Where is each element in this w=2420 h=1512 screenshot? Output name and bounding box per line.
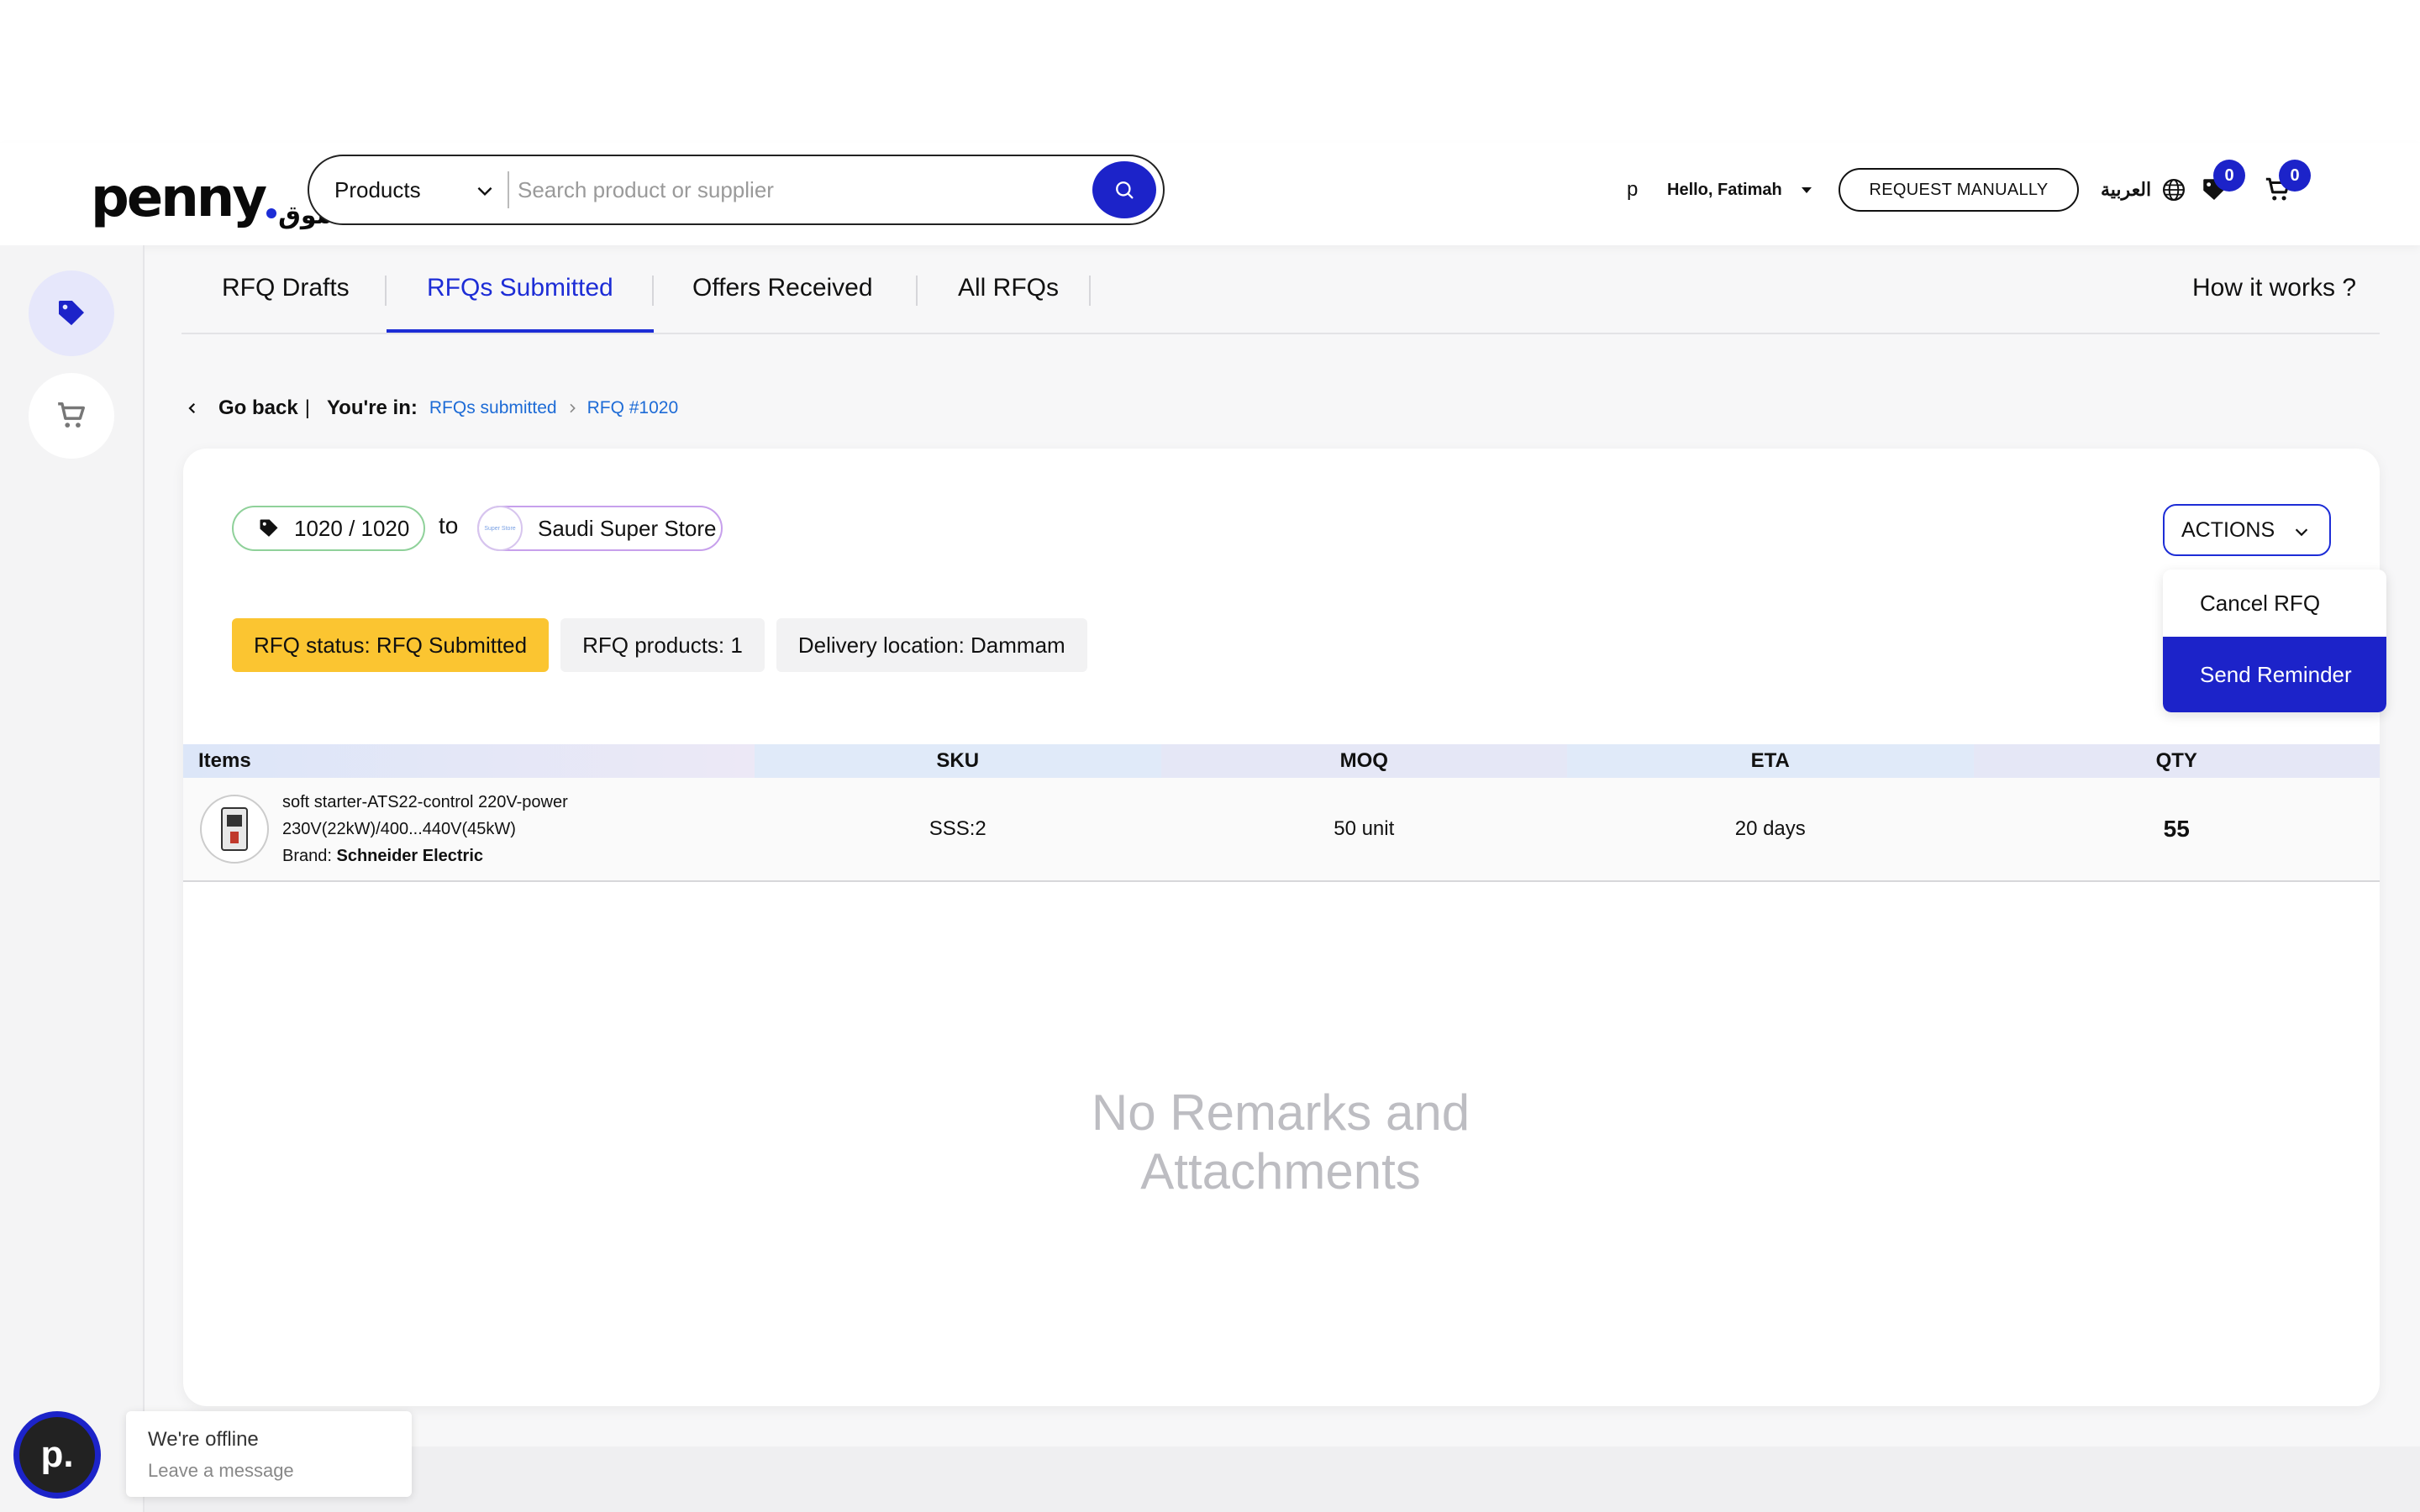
cart-count-badge: 0 <box>2279 160 2311 192</box>
actions-label: ACTIONS <box>2181 517 2275 542</box>
product-name-line2: 230V(22kW)/400...440V(45kW) <box>282 820 516 838</box>
supplier-name: Saudi Super Store <box>538 515 717 541</box>
supplier-logo: Super Store <box>477 506 523 551</box>
column-header-moq: MOQ <box>1160 744 1567 778</box>
sku-cell: SSS:2 <box>929 817 986 840</box>
how-it-works-link[interactable]: How it works ? <box>2192 274 2356 302</box>
column-header-eta: ETA <box>1567 744 1974 778</box>
caret-down-icon[interactable] <box>1800 166 1813 213</box>
tab-divider <box>1089 276 1091 306</box>
actions-button[interactable]: ACTIONS <box>2163 504 2331 556</box>
rfq-items-table: Items SKU MOQ ETA QTY soft starter-ATS22… <box>183 744 2380 882</box>
breadcrumb: Go back | You're in: RFQs submitted RFQ … <box>185 393 678 423</box>
breadcrumb-separator: | <box>304 396 310 419</box>
top-blank-area <box>0 0 2420 143</box>
supplier-pill[interactable]: Super Store Saudi Super Store <box>477 506 723 551</box>
moq-cell: 50 unit <box>1334 817 1395 840</box>
language-switch[interactable]: العربية <box>2101 166 2151 213</box>
delivery-location-chip: Delivery location: Dammam <box>776 618 1087 672</box>
chevron-down-icon <box>477 186 492 197</box>
actions-dropdown: Cancel RFQ Send Reminder <box>2163 570 2386 712</box>
brand-name: Schneider Electric <box>336 847 484 865</box>
sidebar-item-rfqs[interactable] <box>29 270 114 356</box>
product-brand: Brand: Schneider Electric <box>282 843 568 869</box>
supplier-logo-text: Super Store <box>484 525 516 532</box>
tab-all-rfqs[interactable]: All RFQs <box>958 274 1059 302</box>
cart-icon <box>58 402 85 428</box>
logo-dot <box>266 208 277 218</box>
rfq-id-pill: 1020 / 1020 <box>232 506 425 551</box>
tab-divider <box>385 276 387 306</box>
breadcrumb-label: You're in: <box>326 396 418 419</box>
column-header-sku: SKU <box>755 744 1161 778</box>
request-manually-button[interactable]: REQUEST MANUALLY <box>1839 168 2079 212</box>
product-details: soft starter-ATS22-control 220V-power 23… <box>282 789 568 869</box>
active-tab-indicator <box>387 329 654 333</box>
tab-divider <box>652 276 654 306</box>
column-header-qty: QTY <box>1973 744 2380 778</box>
chat-widget[interactable]: We're offline Leave a message <box>126 1411 412 1497</box>
breadcrumb-rfq-current[interactable]: RFQ #1020 <box>587 398 679 418</box>
cancel-rfq-option[interactable]: Cancel RFQ <box>2163 570 2386 637</box>
table-row[interactable]: soft starter-ATS22-control 220V-power 23… <box>183 778 2380 882</box>
empty-state-message: No Remarks and Attachments <box>944 1084 1617 1201</box>
brand-label: Brand: <box>282 847 332 865</box>
go-back-link[interactable]: Go back <box>218 396 298 420</box>
breadcrumb-rfqs-submitted[interactable]: RFQs submitted <box>429 398 557 418</box>
tab-rfqs-submitted[interactable]: RFQs Submitted <box>427 274 613 302</box>
user-initial[interactable]: p <box>1627 166 1638 213</box>
tag-icon <box>59 301 84 326</box>
chevron-down-icon <box>2295 528 2308 537</box>
empty-state-line2: Attachments <box>1140 1143 1421 1200</box>
send-reminder-option[interactable]: Send Reminder <box>2163 637 2386 712</box>
chat-avatar: p. <box>19 1417 95 1493</box>
tab-offers-received[interactable]: Offers Received <box>692 274 873 302</box>
chat-launcher[interactable]: p. <box>13 1411 101 1499</box>
table-header: Items SKU MOQ ETA QTY <box>183 744 2380 778</box>
product-image <box>200 795 269 864</box>
rfq-tabs: RFQ Drafts RFQs Submitted Offers Receive… <box>182 245 2380 334</box>
search-input[interactable] <box>509 156 1092 223</box>
product-name-line1: soft starter-ATS22-control 220V-power <box>282 793 568 811</box>
footer-band <box>145 1446 2420 1512</box>
qty-cell: 55 <box>2163 816 2190 842</box>
search-icon <box>1116 181 1134 199</box>
wishlist-count-badge: 0 <box>2213 160 2245 192</box>
tag-icon <box>260 519 278 537</box>
category-select[interactable]: Products <box>309 156 508 223</box>
tab-divider <box>916 276 918 306</box>
empty-state-line1: No Remarks and <box>1091 1084 1470 1141</box>
search-bar: Products <box>308 155 1165 225</box>
chevron-right-icon <box>570 403 576 413</box>
rfq-id: 1020 / 1020 <box>294 515 410 541</box>
greeting[interactable]: Hello, Fatimah <box>1667 166 1782 213</box>
status-badge: RFQ status: RFQ Submitted <box>232 618 550 672</box>
chevron-left-icon[interactable] <box>185 401 200 416</box>
logo[interactable]: penny سوق <box>91 158 341 230</box>
item-cell: soft starter-ATS22-control 220V-power 23… <box>183 778 755 880</box>
products-count-chip: RFQ products: 1 <box>560 618 765 672</box>
chat-leave-message: Leave a message <box>148 1460 294 1481</box>
tab-rfq-drafts[interactable]: RFQ Drafts <box>222 274 350 302</box>
to-label: to <box>439 512 459 538</box>
globe-icon[interactable] <box>2161 166 2186 213</box>
sidebar-item-cart[interactable] <box>29 373 114 459</box>
logo-text: penny <box>91 167 267 229</box>
eta-cell: 20 days <box>1734 817 1806 840</box>
column-header-items: Items <box>183 744 755 778</box>
chat-status: We're offline <box>148 1428 259 1451</box>
rfq-info-chips: RFQ status: RFQ Submitted RFQ products: … <box>232 618 1087 672</box>
category-label: Products <box>334 176 421 202</box>
search-button[interactable] <box>1092 161 1156 218</box>
rfq-detail-card <box>183 449 2380 1406</box>
